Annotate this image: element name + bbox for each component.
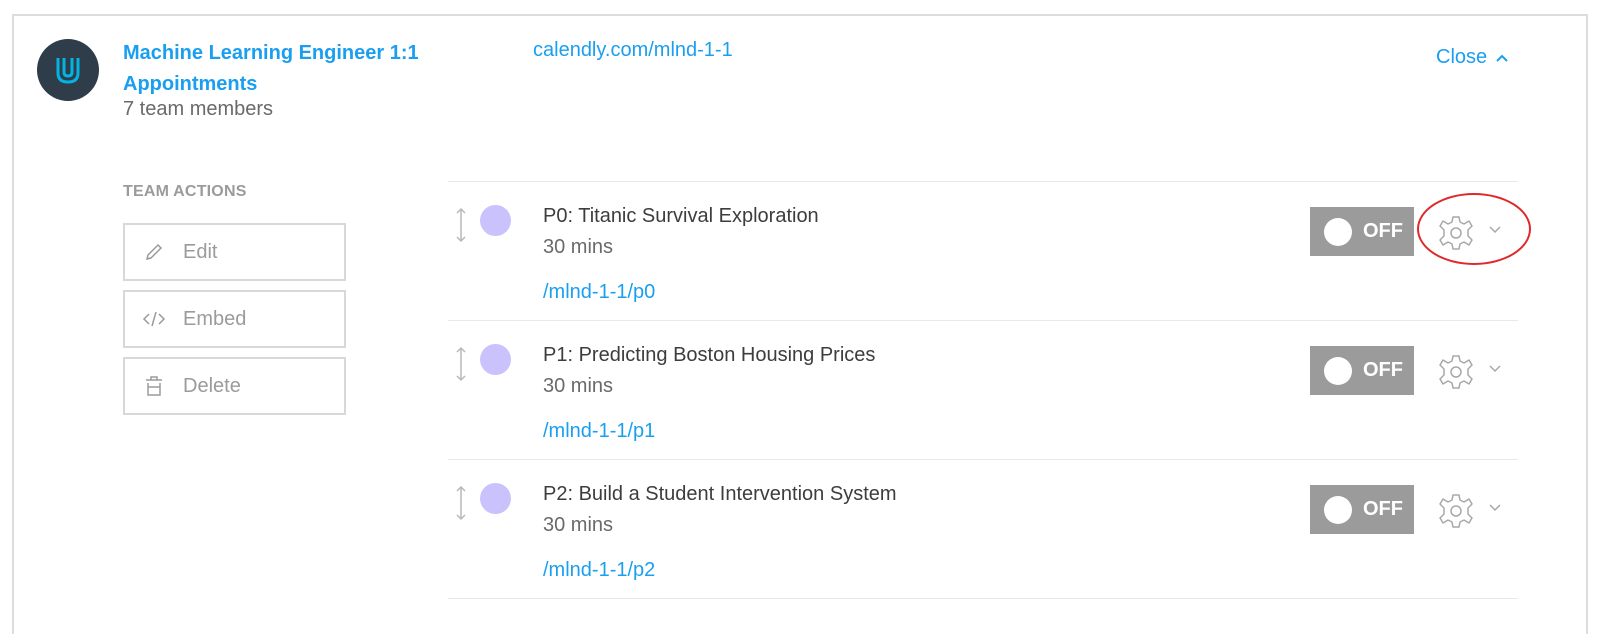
event-name[interactable]: P2: Build a Student Intervention System [543, 483, 897, 506]
team-title[interactable]: Machine Learning Engineer 1:1 Appointmen… [123, 38, 463, 100]
event-duration: 30 mins [543, 514, 614, 536]
embed-button-label: Embed [183, 307, 247, 330]
toggle-knob [1324, 495, 1352, 524]
chevron-down-icon[interactable] [1487, 223, 1503, 241]
event-toggle-off[interactable]: OFF [1310, 485, 1414, 534]
event-row-p2: P2: Build a Student Intervention System … [448, 459, 1518, 599]
code-icon [125, 309, 183, 329]
delete-button[interactable]: Delete [123, 357, 346, 415]
event-toggle-off[interactable]: OFF [1310, 207, 1414, 256]
event-link[interactable]: /mlnd-1-1/p2 [543, 559, 655, 582]
toggle-state-label: OFF [1363, 498, 1403, 520]
gear-icon[interactable] [1436, 491, 1476, 536]
drag-handle-icon[interactable] [454, 346, 468, 387]
event-name[interactable]: P1: Predicting Boston Housing Prices [543, 344, 875, 367]
divider [448, 598, 1518, 599]
event-color-dot [480, 483, 511, 514]
team-actions-heading: TEAM ACTIONS [123, 183, 247, 200]
event-duration: 30 mins [543, 236, 614, 258]
event-duration: 30 mins [543, 375, 614, 397]
edit-button[interactable]: Edit [123, 223, 346, 281]
udacity-logo-icon [56, 58, 80, 84]
event-link[interactable]: /mlnd-1-1/p0 [543, 281, 655, 304]
toggle-knob [1324, 217, 1352, 246]
edit-button-label: Edit [183, 240, 218, 263]
team-url-link[interactable]: calendly.com/mlnd-1-1 [533, 39, 733, 62]
trash-icon [125, 374, 183, 398]
drag-handle-icon[interactable] [454, 485, 468, 526]
team-member-count: 7 team members [123, 98, 274, 120]
close-label: Close [1436, 46, 1488, 68]
event-name[interactable]: P0: Titanic Survival Exploration [543, 205, 819, 228]
toggle-knob [1324, 356, 1352, 385]
event-row-p1: P1: Predicting Boston Housing Prices 30 … [448, 320, 1518, 460]
event-color-dot [480, 205, 511, 236]
drag-handle-icon[interactable] [454, 207, 468, 248]
toggle-state-label: OFF [1363, 220, 1403, 242]
event-color-dot [480, 344, 511, 375]
event-row-p0: P0: Titanic Survival Exploration 30 mins… [448, 181, 1518, 321]
event-link[interactable]: /mlnd-1-1/p1 [543, 420, 655, 443]
chevron-up-icon [1496, 54, 1508, 62]
pencil-icon [125, 241, 183, 263]
chevron-down-icon[interactable] [1487, 501, 1503, 519]
event-toggle-off[interactable]: OFF [1310, 346, 1414, 395]
gear-icon[interactable] [1436, 213, 1476, 258]
team-logo [37, 39, 99, 101]
close-button[interactable]: Close [1436, 46, 1509, 69]
chevron-down-icon[interactable] [1487, 362, 1503, 380]
toggle-state-label: OFF [1363, 359, 1403, 381]
embed-button[interactable]: Embed [123, 290, 346, 348]
delete-button-label: Delete [183, 374, 241, 397]
gear-icon[interactable] [1436, 352, 1476, 397]
